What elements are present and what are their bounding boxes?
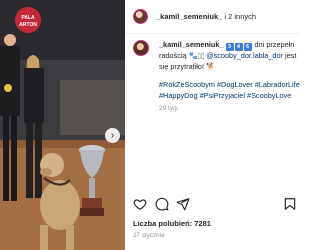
digit-emoji-3: 6 — [243, 43, 252, 51]
hashtags-line2[interactable]: #HappyDog #PsiPrzyjaciel #ScoobyLove — [159, 91, 300, 102]
hashtags-line1[interactable]: #RokZeScoobym #DogLover #LabradorLife — [159, 80, 300, 91]
emoji-icons: 🐾🇮 — [188, 51, 207, 60]
post-side-panel: _kamil_semeniuk_ i 2 innych _kamil_semen… — [125, 0, 300, 250]
post-caption: _kamil_semeniuk_ 346 dni przepełn radośc… — [133, 40, 300, 115]
svg-text:PALA: PALA — [21, 15, 35, 21]
save-bookmark-icon[interactable] — [283, 197, 297, 211]
caption-text-line1: dni przepełn — [252, 40, 295, 49]
digit-emoji-2: 4 — [234, 43, 243, 51]
post-actions — [133, 197, 300, 213]
comment-bubble-icon[interactable] — [155, 197, 169, 211]
caption-time-ago: 29 tyg. — [159, 105, 179, 113]
dog-emoji-icon: 🐕 — [206, 61, 216, 71]
caption-text-line2-end: jest — [282, 51, 297, 60]
coauthors-label[interactable]: i 2 innych — [222, 12, 256, 21]
post-header: _kamil_semeniuk_ i 2 innych — [125, 0, 300, 34]
post-photo[interactable]: PALA ARTON › — [0, 0, 125, 250]
digit-emoji-1: 3 — [225, 43, 234, 51]
likes-count[interactable]: Liczba polubień: 7281 — [133, 219, 211, 228]
post-date: 27 stycznia — [133, 232, 165, 239]
photo-illustration: PALA ARTON — [0, 0, 125, 250]
caption-avatar[interactable] — [133, 40, 149, 56]
caption-text-line2: radością — [159, 51, 189, 60]
author-avatar[interactable] — [133, 9, 148, 24]
caption-text-line3: się przytrafiło! — [159, 61, 207, 71]
svg-text:ARTON: ARTON — [19, 22, 37, 28]
next-photo-button[interactable]: › — [105, 128, 120, 143]
author-username[interactable]: _kamil_semeniuk_ — [156, 12, 222, 21]
mention-link[interactable]: @scooby_dor.labla_dor — [206, 51, 283, 60]
like-heart-icon[interactable] — [133, 197, 147, 211]
post-author[interactable]: _kamil_semeniuk_ i 2 innych — [156, 12, 256, 21]
share-send-icon[interactable] — [176, 197, 190, 211]
caption-username[interactable]: _kamil_semeniuk_ — [159, 40, 224, 49]
